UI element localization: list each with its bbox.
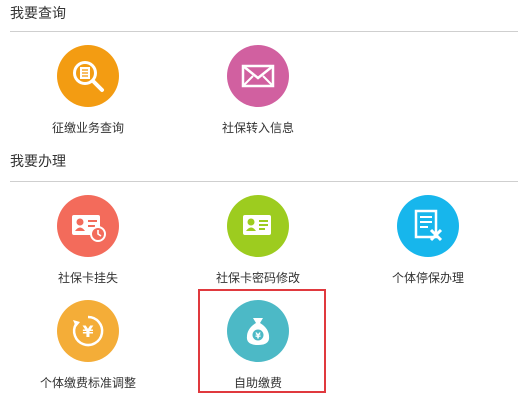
tile-label: 社保转入信息 — [221, 121, 294, 135]
yuan-cycle-icon: ¥ — [57, 300, 119, 362]
tile-label: 社保卡挂失 — [57, 271, 118, 285]
tile-card-password-change[interactable]: 社保卡密码修改 — [178, 195, 338, 286]
id-card-clock-icon — [57, 195, 119, 257]
tile-individual-stop-insurance[interactable]: 个体停保办理 — [348, 195, 508, 286]
section-title-handle: 我要办理 — [10, 154, 66, 170]
document-cross-icon — [397, 195, 459, 257]
envelope-icon — [227, 45, 289, 107]
section-divider-query — [10, 31, 518, 32]
tile-label: 个体停保办理 — [391, 271, 464, 285]
svg-text:¥: ¥ — [82, 322, 93, 341]
tile-card-report-loss[interactable]: 社保卡挂失 — [8, 195, 168, 286]
section-title-query: 我要查询 — [10, 6, 66, 22]
section-divider-handle — [10, 181, 518, 182]
tile-label: 社保卡密码修改 — [215, 271, 300, 285]
tile-label: 征缴业务查询 — [51, 121, 124, 135]
document-search-icon — [57, 45, 119, 107]
tile-transfer-in-info[interactable]: 社保转入信息 — [178, 45, 338, 136]
tile-individual-payment-adjust[interactable]: ¥ 个体缴费标准调整 — [8, 300, 168, 391]
id-card-edit-icon — [227, 195, 289, 257]
page: 我要查询 征缴业务查询 社保转入信息 我要办理 社保卡挂失 社保卡密码修改 个体… — [0, 0, 523, 400]
tile-levy-query[interactable]: 征缴业务查询 — [8, 45, 168, 136]
tile-label: 个体缴费标准调整 — [39, 376, 136, 390]
highlight-box — [198, 289, 326, 393]
